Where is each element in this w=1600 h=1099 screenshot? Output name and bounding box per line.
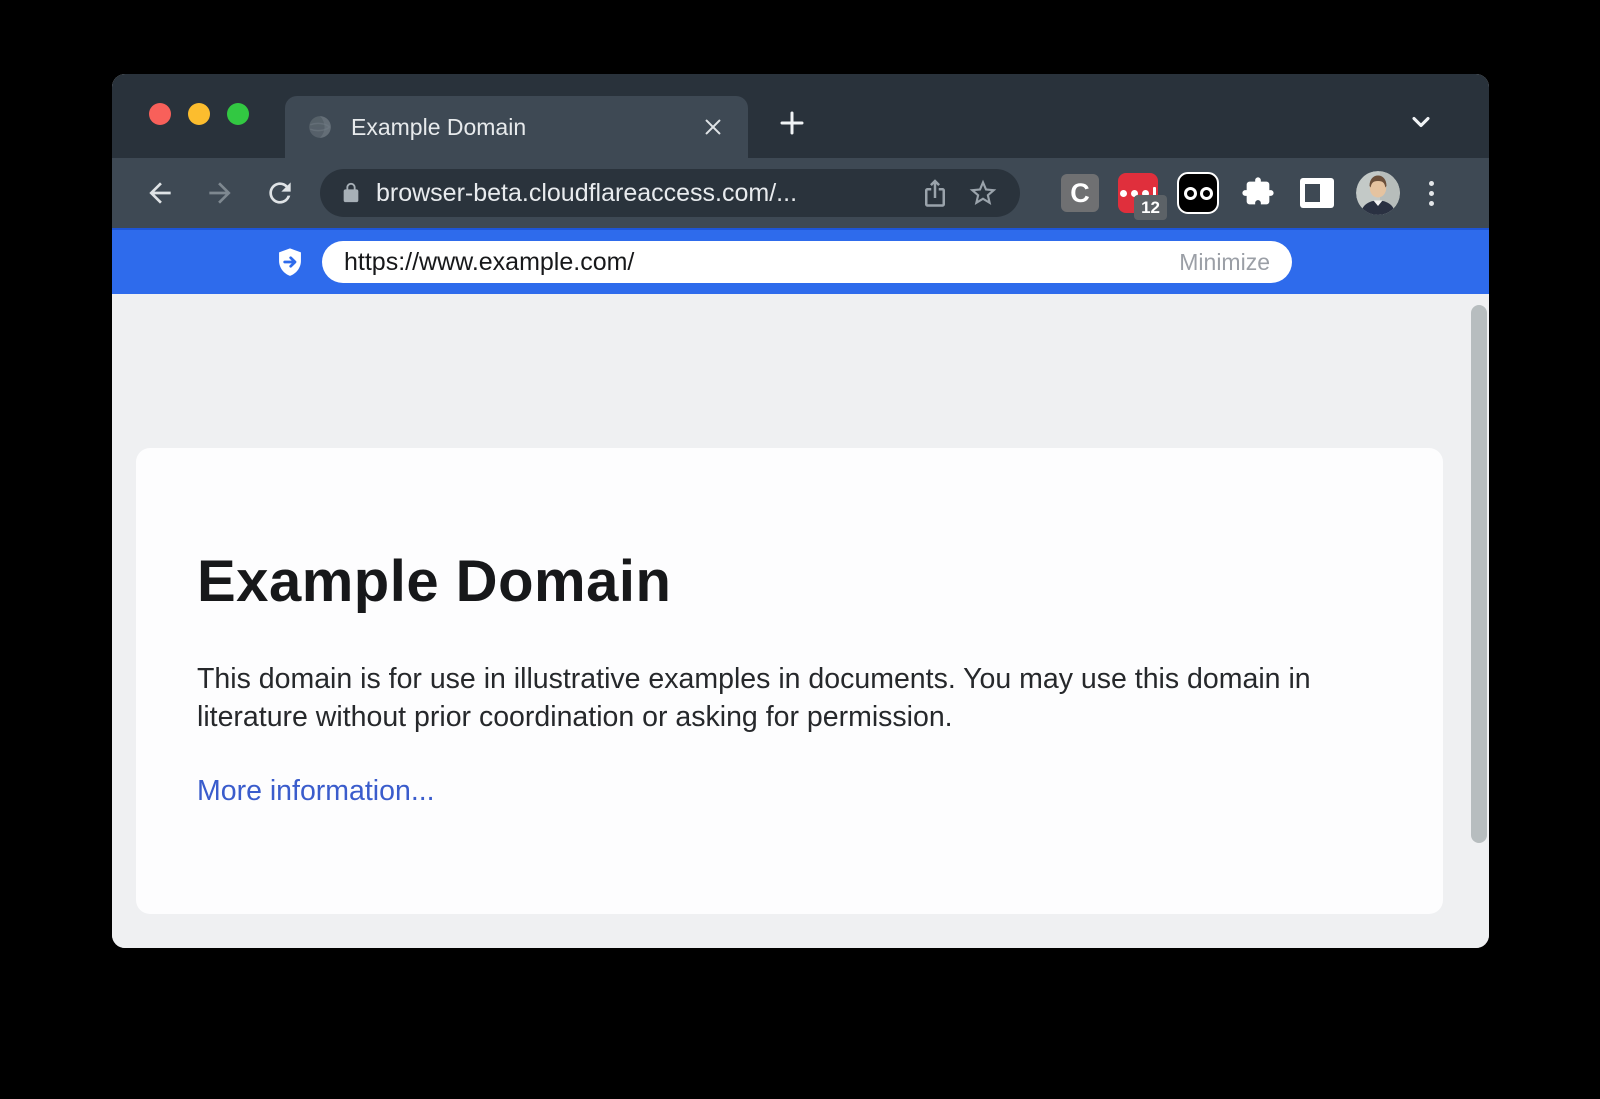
minimize-button[interactable]: Minimize	[1163, 249, 1270, 276]
traffic-lights	[149, 103, 249, 125]
extension-eyes-icon[interactable]	[1177, 172, 1219, 214]
extension-badge: 12	[1134, 195, 1167, 220]
tab-title: Example Domain	[351, 114, 698, 141]
isolation-bar: https://www.example.com/ Minimize	[112, 228, 1489, 294]
address-bar[interactable]: browser-beta.cloudflareaccess.com/...	[320, 169, 1020, 217]
page-viewport: Example Domain This domain is for use in…	[112, 294, 1489, 948]
side-panel-button[interactable]	[1297, 173, 1337, 213]
page-heading: Example Domain	[197, 548, 1373, 615]
chevron-down-icon	[1407, 108, 1435, 136]
extension-password-manager-icon[interactable]: 12	[1118, 173, 1158, 213]
puzzle-icon	[1241, 176, 1275, 210]
avatar-photo	[1356, 171, 1400, 215]
more-information-link[interactable]: More information...	[197, 775, 435, 808]
extensions-area: C 12	[1061, 171, 1443, 215]
page-paragraph: This domain is for use in illustrative e…	[197, 661, 1347, 737]
browser-toolbar: browser-beta.cloudflareaccess.com/... C …	[112, 158, 1489, 228]
reload-icon	[264, 177, 296, 209]
browser-menu-button[interactable]	[1419, 171, 1443, 215]
arrow-back-icon	[144, 177, 176, 209]
zoom-window-button[interactable]	[227, 103, 249, 125]
forward-button[interactable]	[198, 171, 242, 215]
reload-button[interactable]	[258, 171, 302, 215]
browser-window: Example Domain	[112, 74, 1489, 948]
side-panel-icon	[1300, 178, 1334, 208]
isolation-url-input[interactable]: https://www.example.com/ Minimize	[322, 241, 1292, 283]
isolation-url-text: https://www.example.com/	[344, 248, 1163, 277]
star-outline-icon	[967, 177, 999, 209]
bookmark-button[interactable]	[964, 174, 1002, 212]
shield-icon	[274, 246, 306, 278]
tab-strip: Example Domain	[112, 74, 1489, 158]
back-button[interactable]	[138, 171, 182, 215]
page-card: Example Domain This domain is for use in…	[136, 448, 1443, 914]
tab-example-domain[interactable]: Example Domain	[285, 96, 748, 158]
profile-avatar[interactable]	[1356, 171, 1400, 215]
desktop-backdrop: Example Domain	[0, 0, 1600, 1099]
plus-icon	[777, 108, 807, 138]
address-bar-url: browser-beta.cloudflareaccess.com/...	[376, 179, 906, 208]
extensions-menu-button[interactable]	[1238, 173, 1278, 213]
tab-search-button[interactable]	[1401, 100, 1441, 144]
lock-icon	[340, 182, 362, 204]
extension-c-icon[interactable]: C	[1061, 174, 1099, 212]
share-icon	[920, 178, 950, 208]
globe-favicon-icon	[307, 114, 333, 140]
minimize-window-button[interactable]	[188, 103, 210, 125]
tab-close-icon[interactable]	[698, 112, 728, 142]
arrow-forward-icon	[204, 177, 236, 209]
scrollbar-thumb[interactable]	[1471, 305, 1487, 843]
share-button[interactable]	[916, 174, 954, 212]
new-tab-button[interactable]	[770, 101, 814, 145]
close-window-button[interactable]	[149, 103, 171, 125]
